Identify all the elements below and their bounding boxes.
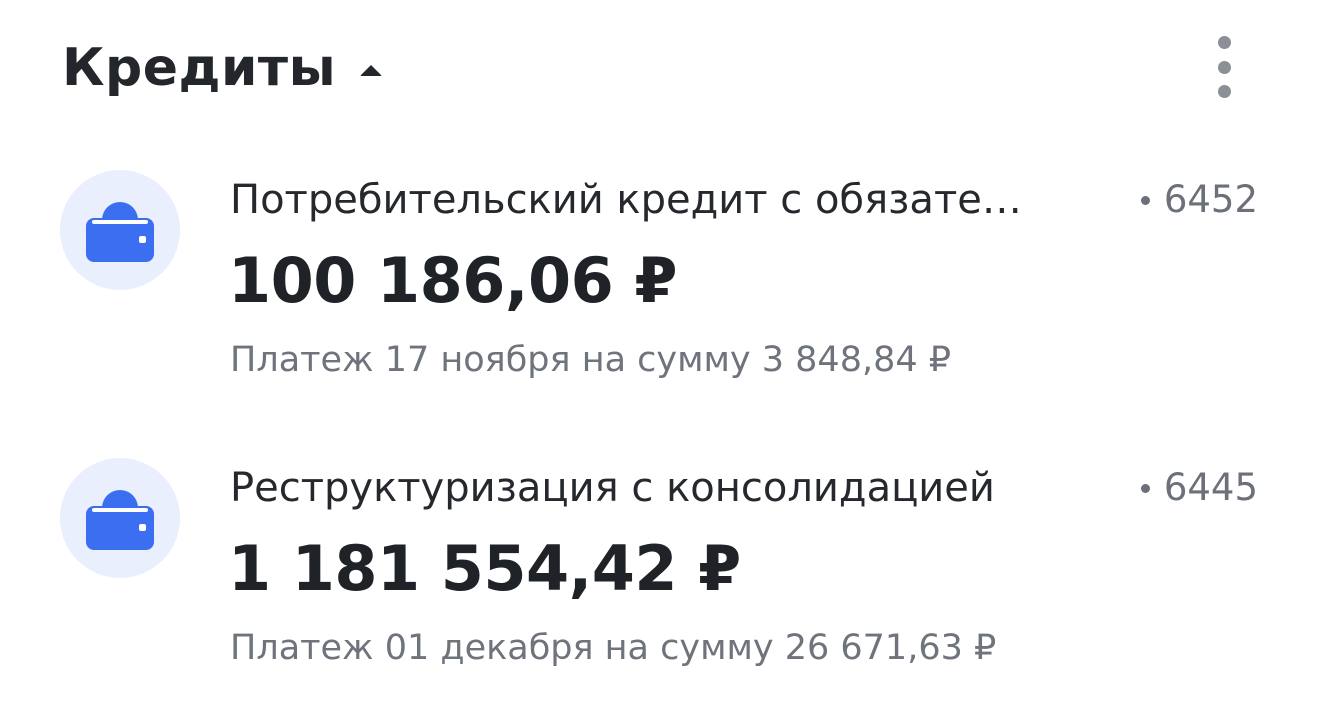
account-number: 6445	[1140, 462, 1258, 514]
loan-icon-badge	[60, 458, 180, 578]
section-title: Кредиты	[62, 38, 337, 98]
more-vertical-icon	[1217, 36, 1231, 49]
caret-up-icon[interactable]	[360, 64, 383, 76]
loan-name: Потребительский кредит с обязате…	[230, 177, 1022, 223]
loan-name: Реструктуризация с консолидацией	[230, 465, 995, 511]
loan-balance: 100 186,06 ₽	[228, 244, 677, 317]
bullet-icon	[1140, 483, 1150, 493]
loan-balance: 1 181 554,42 ₽	[228, 532, 741, 605]
next-payment-info: Платеж 01 декабря на сумму 26 671,63 ₽	[230, 628, 997, 668]
bullet-icon	[1140, 195, 1150, 205]
loan-icon-badge	[60, 170, 180, 290]
account-number: 6452	[1140, 174, 1258, 226]
account-digits: 6445	[1163, 466, 1258, 509]
loans-card: Кредиты Потребительский кредит с обязате…	[0, 0, 1320, 711]
loan-item-restructuring[interactable]: Реструктуризация с консолидацией 6445 1 …	[0, 448, 1320, 688]
more-options-button[interactable]	[1204, 36, 1244, 98]
loan-item-consumer-credit[interactable]: Потребительский кредит с обязате… 6452 1…	[0, 160, 1320, 400]
more-dot	[1217, 60, 1231, 74]
next-payment-info: Платеж 17 ноября на сумму 3 848,84 ₽	[230, 340, 952, 380]
loans-section-header[interactable]: Кредиты	[62, 30, 383, 106]
account-digits: 6452	[1163, 178, 1258, 221]
more-dot	[1217, 85, 1231, 98]
wallet-icon	[86, 202, 154, 262]
wallet-icon	[86, 490, 154, 550]
